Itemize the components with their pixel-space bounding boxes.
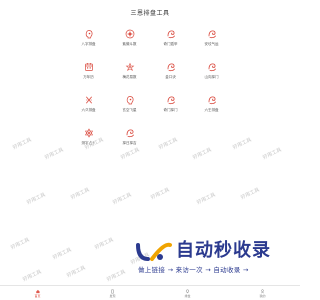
tool-item[interactable]: 择日择吉 xyxy=(109,123,150,156)
tool-label: 测字占卜 xyxy=(81,141,96,145)
tool-label: 山向择门 xyxy=(204,75,219,79)
tool-label: 奇门遁甲 xyxy=(163,42,178,46)
watermark-text: 好用工具 xyxy=(93,237,115,251)
watermark-text: 好用工具 xyxy=(21,269,43,283)
tool-item[interactable]: 万年历 xyxy=(68,57,109,90)
tool-item[interactable]: 六壬排盘 xyxy=(191,90,232,123)
watermark-text: 好用工具 xyxy=(149,187,171,201)
watermark-text: 好用工具 xyxy=(69,187,91,201)
person-head-icon xyxy=(126,96,133,105)
dragon-icon xyxy=(208,63,216,72)
tool-grid: 八字排盘 紫微斗数 奇门遁甲 安坟气运万年历 梅花易数 金口诀 山向择门六爻排盘 玄空飞星 奇门… xyxy=(68,24,232,156)
promo-banner[interactable]: 自动秒收录 做上链接 → 来访一次 → 自动收录 → xyxy=(134,240,300,276)
star-compass-icon xyxy=(125,29,134,39)
watermark-text: 好用工具 xyxy=(11,137,33,151)
tool-item[interactable]: 梅花易数 xyxy=(109,57,150,90)
tab-label: 发现 xyxy=(109,293,116,298)
watermark-text: 好用工具 xyxy=(195,192,217,206)
watermark-text: 好用工具 xyxy=(65,265,87,279)
tool-item[interactable]: 测字占卜 xyxy=(68,123,109,156)
page-title: 三恩排盘工具 xyxy=(130,10,170,17)
tool-label: 择日择吉 xyxy=(122,141,137,145)
watermark-text: 好用工具 xyxy=(105,269,127,283)
tool-label: 万年历 xyxy=(83,75,94,79)
compass-icon xyxy=(111,289,114,293)
tool-label: 紫微斗数 xyxy=(122,42,137,46)
calendar-icon xyxy=(84,63,93,71)
tool-item[interactable]: 紫微斗数 xyxy=(109,24,150,57)
tool-label: 八字排盘 xyxy=(81,42,96,46)
tab-home[interactable]: 首页 xyxy=(0,286,75,300)
tab-label: 首页 xyxy=(34,293,41,298)
tool-item[interactable]: 六爻排盘 xyxy=(68,90,109,123)
flower-icon xyxy=(125,62,134,72)
dragon-icon xyxy=(126,129,134,138)
tab-grid[interactable]: 排盘 xyxy=(150,286,225,300)
tool-item[interactable]: 八字排盘 xyxy=(68,24,109,57)
user-icon xyxy=(260,288,265,293)
watermark-text: 好用工具 xyxy=(25,192,47,206)
banner-title: 自动秒收录 xyxy=(176,240,271,261)
dragon-icon xyxy=(208,30,216,39)
tab-label: 排盘 xyxy=(184,293,191,298)
tool-item[interactable]: 奇门遁甲 xyxy=(150,24,191,57)
grid-icon xyxy=(185,288,190,293)
banner-logo-icon xyxy=(136,242,172,261)
home-icon xyxy=(36,289,40,293)
tool-label: 玄空飞星 xyxy=(122,108,137,112)
tool-label: 安坟气运 xyxy=(204,42,219,46)
tool-item[interactable]: 山向择门 xyxy=(191,57,232,90)
tool-label: 六爻排盘 xyxy=(81,108,96,112)
watermark-text: 好用工具 xyxy=(51,247,73,261)
dragon-icon xyxy=(167,30,175,39)
tool-label: 梅花易数 xyxy=(122,75,137,79)
person-head-icon xyxy=(85,30,92,39)
tab-label: 我的 xyxy=(259,293,266,298)
dragon-icon xyxy=(167,63,175,72)
tab-compass[interactable]: 发现 xyxy=(75,286,150,300)
tool-item[interactable]: 玄空飞星 xyxy=(109,90,150,123)
watermark-text: 好用工具 xyxy=(239,187,261,201)
watermark-text: 好用工具 xyxy=(43,147,65,161)
tool-label: 金口诀 xyxy=(165,75,176,79)
hexagram-icon xyxy=(84,128,93,138)
yao-lines-icon xyxy=(85,96,92,104)
watermark-text: 好用工具 xyxy=(9,237,31,251)
tool-item[interactable]: 安坟气运 xyxy=(191,24,232,57)
dragon-icon xyxy=(167,96,175,105)
bottom-tab-bar: 首页 发现 排盘 我的 xyxy=(0,285,300,300)
watermark-text: 好用工具 xyxy=(231,137,253,151)
banner-subtitle: 做上链接 → 来访一次 → 自动收录 → xyxy=(138,266,249,274)
watermark-text: 好用工具 xyxy=(111,192,133,206)
page: 三恩排盘工具 八字排盘 紫微斗数 奇门遁甲 安坟气运万年历 梅花易数 金口诀 山向择门六爻排… xyxy=(0,0,300,300)
watermark-text: 好用工具 xyxy=(261,147,283,161)
tool-item[interactable]: 金口诀 xyxy=(150,57,191,90)
tool-label: 六壬排盘 xyxy=(204,108,219,112)
dragon-icon xyxy=(208,96,216,105)
tab-user[interactable]: 我的 xyxy=(225,286,300,300)
tool-item[interactable]: 奇门择门 xyxy=(150,90,191,123)
tool-label: 奇门择门 xyxy=(163,108,178,112)
